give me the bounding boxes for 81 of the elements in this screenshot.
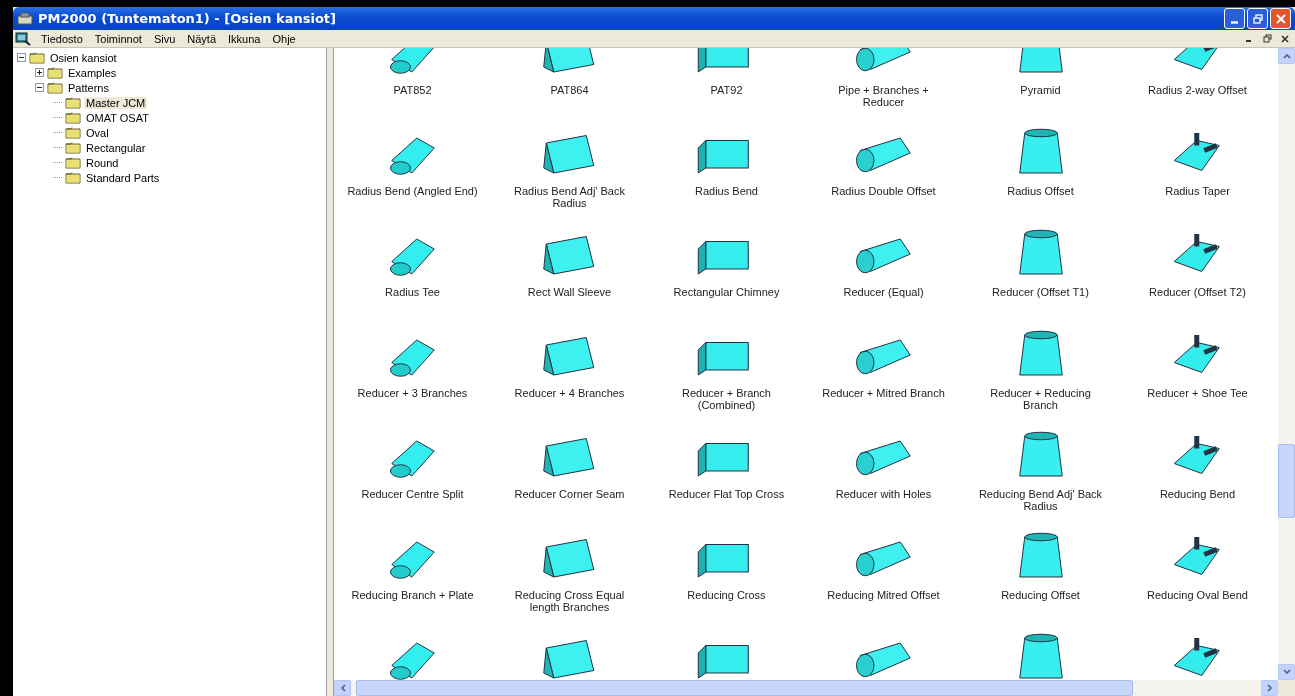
restore-button[interactable]	[1247, 8, 1268, 29]
menu-item[interactable]: Sivu	[147, 32, 182, 45]
minimize-button[interactable]	[1224, 8, 1245, 29]
folder-icon	[65, 111, 81, 124]
close-icon	[1281, 34, 1289, 43]
tree-item[interactable]: Examples	[66, 66, 119, 79]
tree-item[interactable]: Standard Parts	[84, 171, 162, 184]
scroll-left-button[interactable]	[334, 680, 351, 696]
scrollbar-corner	[1278, 680, 1295, 696]
part-label[interactable]: PAT852	[393, 84, 432, 96]
menu-item[interactable]: Tiedosto	[35, 32, 89, 45]
menu-item[interactable]: Toiminnot	[88, 32, 148, 45]
part-label[interactable]: Reducing Mitred Offset	[827, 589, 940, 601]
folder-icon	[65, 141, 81, 154]
window-title: PM2000 (Tuntematon1) - [Osien kansiot]	[38, 11, 337, 26]
part-label[interactable]: Radius Bend (Angled End)	[347, 185, 478, 197]
scroll-right-button[interactable]	[1261, 680, 1278, 696]
folder-icon	[47, 81, 63, 94]
part-label[interactable]: PAT92	[710, 84, 743, 96]
collapse-icon[interactable]	[35, 83, 44, 92]
restore-icon	[1252, 13, 1263, 24]
part-label[interactable]: Reducing Oval Bend	[1147, 589, 1248, 601]
collapse-icon[interactable]	[17, 53, 26, 62]
part-label[interactable]: Reducing Cross	[687, 589, 766, 601]
part-label[interactable]: Reducing Bend	[1159, 488, 1236, 500]
tree-item[interactable]: Oval	[84, 126, 111, 139]
horizontal-scrollbar[interactable]	[334, 680, 1295, 696]
part-label[interactable]: Reducer with Holes	[835, 488, 932, 500]
tree-item[interactable]: OMAT OSAT	[84, 111, 151, 124]
tree-item[interactable]: Rectangular	[84, 141, 148, 154]
part-label[interactable]: Radius Bend	[695, 185, 758, 197]
part-label[interactable]: Radius Bend Adj' Back Radius	[502, 185, 637, 209]
part-label[interactable]: Reducer Flat Top Cross	[668, 488, 785, 500]
part-label[interactable]: Rectangular Chimney	[673, 286, 780, 298]
restore-icon	[1262, 34, 1272, 43]
scroll-thumb[interactable]	[356, 680, 1133, 696]
part-label[interactable]: Radius Taper	[1165, 185, 1230, 197]
part-label[interactable]: Reducer + 3 Branches	[357, 387, 468, 399]
folder-icon	[65, 171, 81, 184]
part-label[interactable]: Reducing Cross Equal length Branches	[502, 589, 637, 613]
part-label[interactable]: Radius Tee	[385, 286, 440, 298]
part-label[interactable]: Reducer Centre Split	[361, 488, 464, 500]
part-label[interactable]: Reducer + Reducing Branch	[973, 387, 1108, 411]
part-label[interactable]: Reducing Bend Adj' Back Radius	[973, 488, 1108, 512]
tree-item[interactable]: Patterns	[66, 81, 111, 94]
part-label[interactable]: Radius Double Offset	[831, 185, 936, 197]
menu-item[interactable]: Näytä	[181, 32, 223, 45]
folder-icon	[47, 66, 63, 79]
close-icon	[1275, 13, 1286, 24]
expand-icon[interactable]	[35, 68, 44, 77]
tree-item[interactable]: Osien kansiot	[48, 51, 119, 64]
menu-item[interactable]: Ohje	[266, 32, 302, 45]
vertical-scrollbar[interactable]	[1278, 48, 1295, 680]
part-label[interactable]: Reducer + Shoe Tee	[1147, 387, 1248, 399]
part-label[interactable]: Radius 2-way Offset	[1148, 84, 1247, 96]
part-label[interactable]: Pyramid	[1020, 84, 1061, 96]
folder-icon	[65, 126, 81, 139]
tree-item[interactable]: Master JCM	[84, 96, 148, 109]
part-label[interactable]: Reducer + Branch (Combined)	[659, 387, 794, 411]
part-label[interactable]: PAT864	[550, 84, 589, 96]
part-label[interactable]: Pipe + Branches + Reducer	[816, 84, 951, 108]
scroll-down-button[interactable]	[1278, 664, 1295, 680]
part-label[interactable]: Reducer Corner Seam	[514, 488, 625, 500]
document-icon	[15, 31, 31, 46]
folder-icon	[29, 51, 45, 64]
app-icon	[17, 11, 33, 26]
tree-item[interactable]: Round	[84, 156, 121, 169]
minimize-icon	[1231, 21, 1238, 24]
part-label[interactable]: Rect Wall Sleeve	[527, 286, 612, 298]
scroll-thumb[interactable]	[1278, 444, 1295, 518]
part-label[interactable]: Reducing Branch + Plate	[351, 589, 474, 601]
part-label[interactable]: Reducer + Mitred Branch	[822, 387, 945, 399]
folder-icon	[65, 96, 81, 109]
folder-icon	[65, 156, 81, 169]
part-label[interactable]: Reducer (Offset T2)	[1149, 286, 1246, 298]
part-label[interactable]: Reducer (Offset T1)	[992, 286, 1089, 298]
part-label[interactable]: Reducer (Equal)	[843, 286, 924, 298]
menu-item[interactable]: Ikkuna	[222, 32, 267, 45]
part-label[interactable]: Reducing Offset	[1001, 589, 1080, 601]
part-label[interactable]: Reducer + 4 Branches	[514, 387, 625, 399]
part-label[interactable]: Radius Offset	[1007, 185, 1074, 197]
